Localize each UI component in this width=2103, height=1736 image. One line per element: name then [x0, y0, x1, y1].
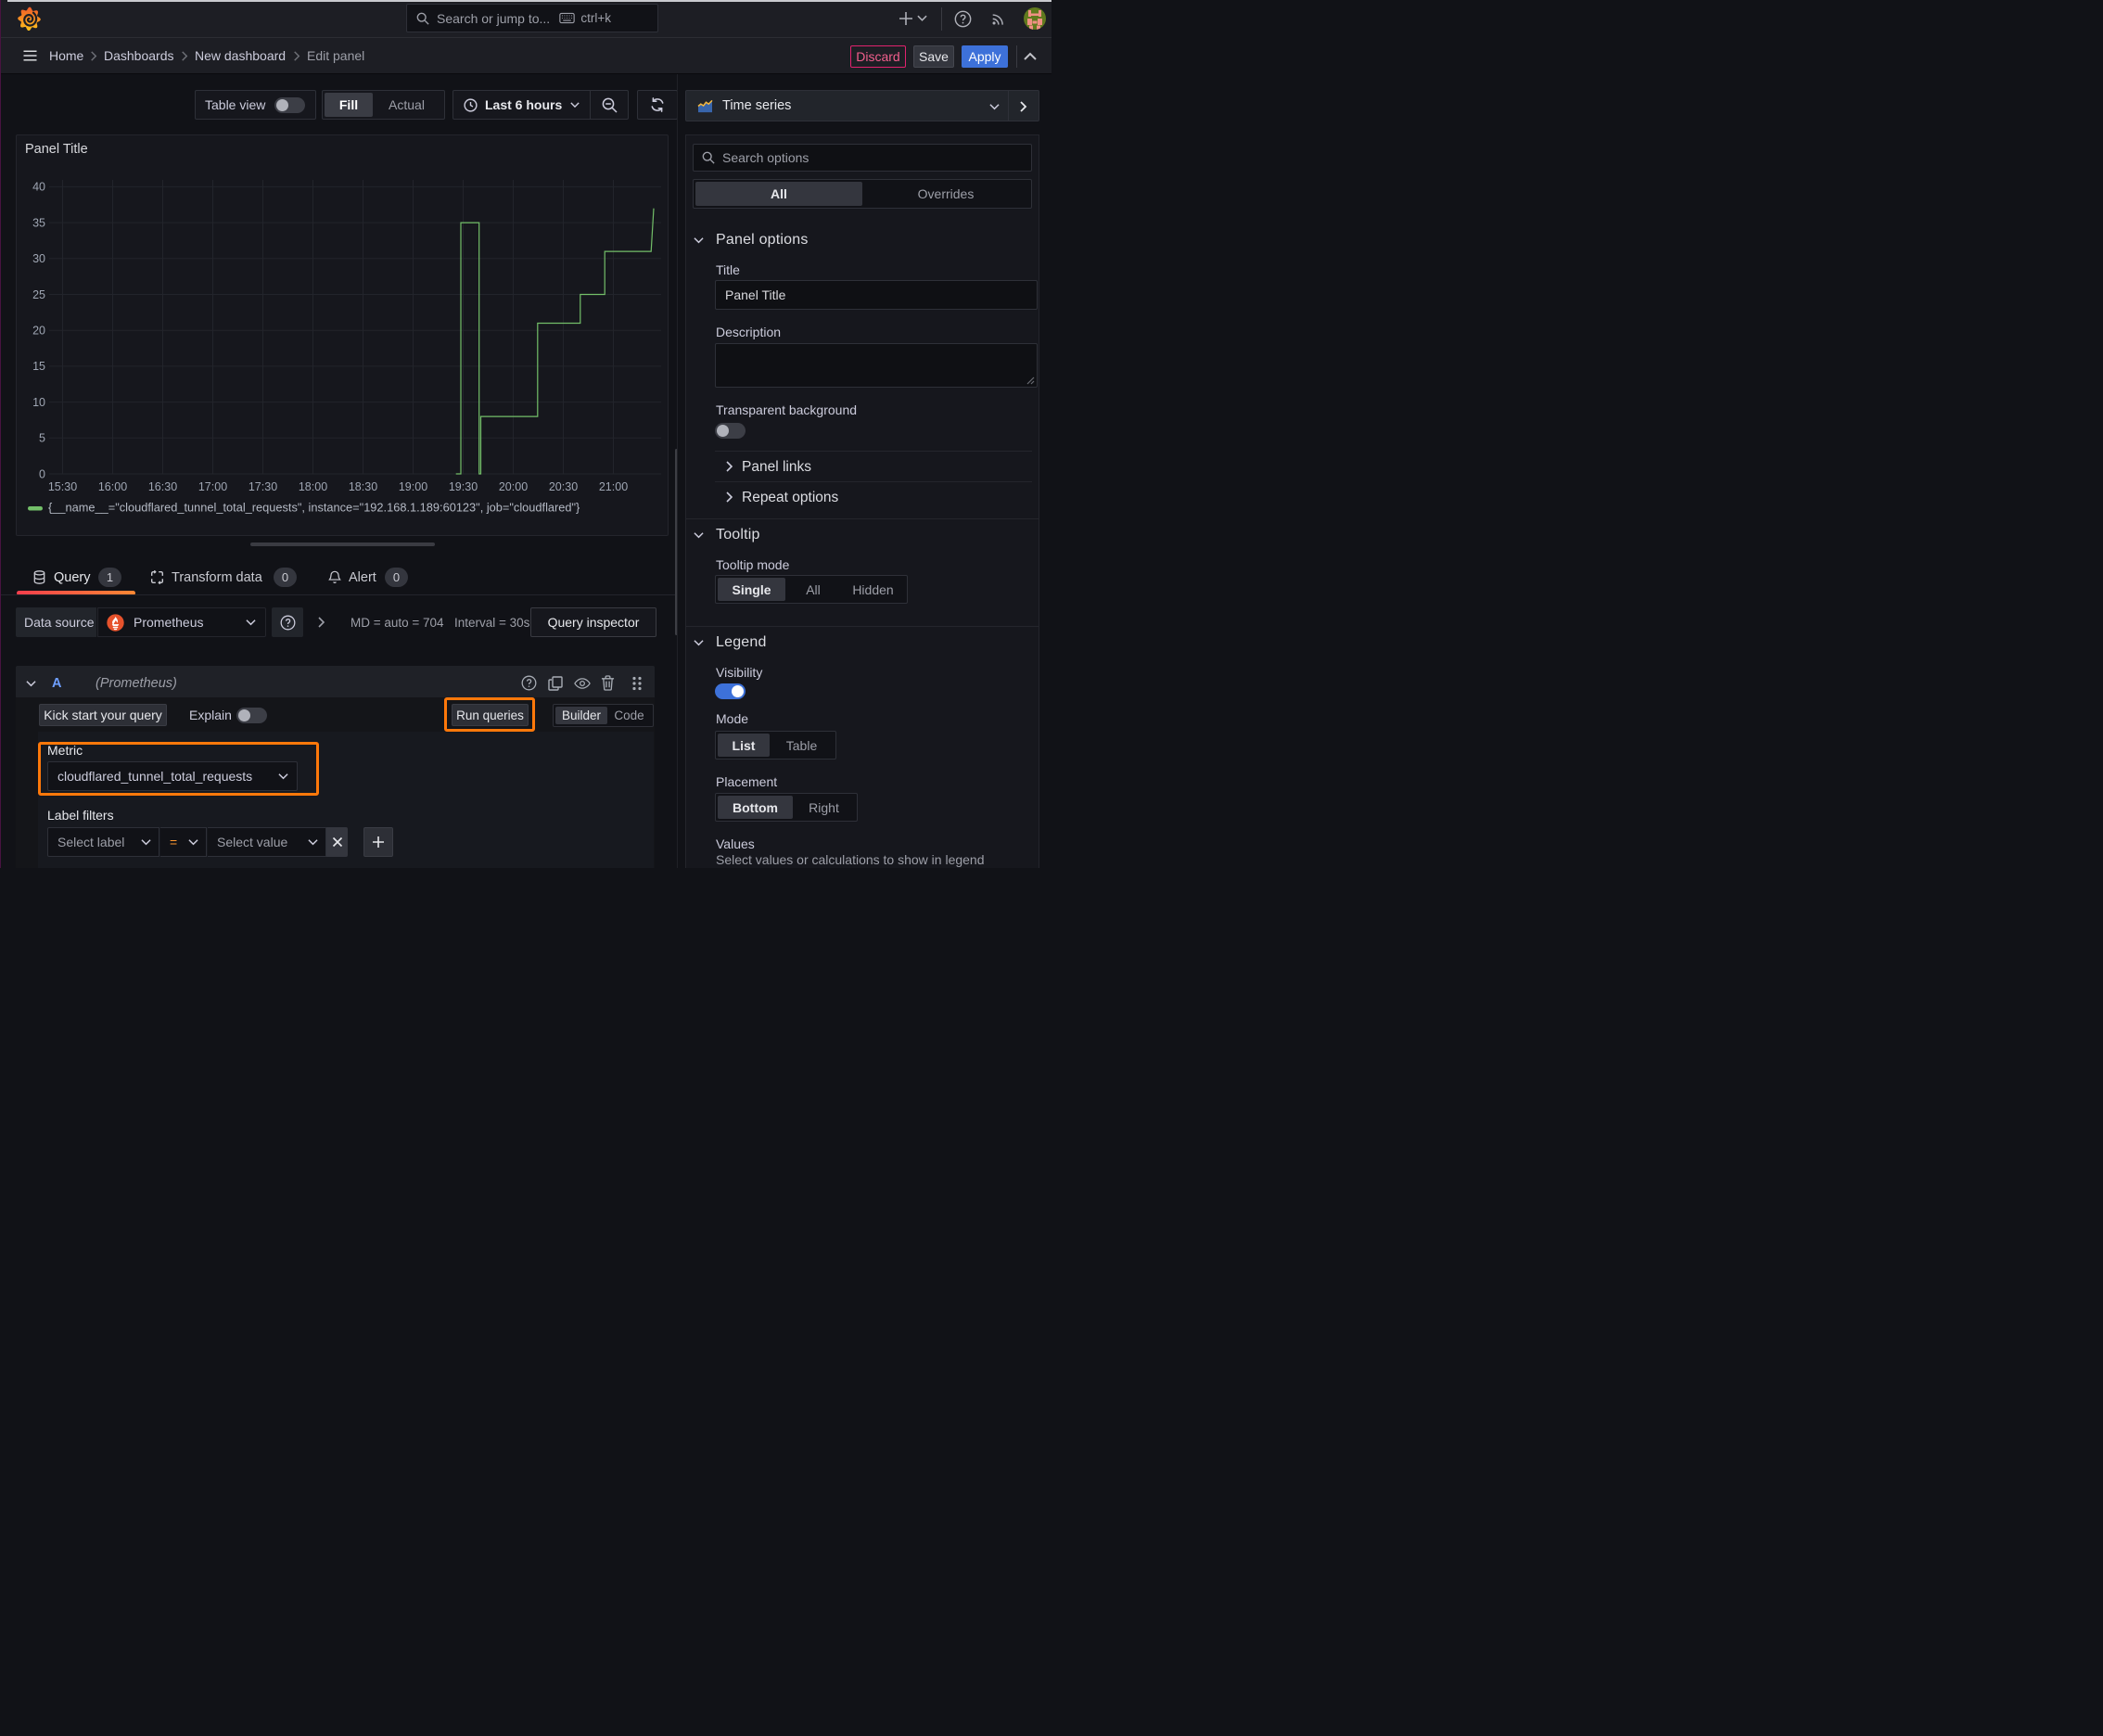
svg-text:10: 10	[32, 396, 45, 409]
svg-text:19:30: 19:30	[449, 480, 478, 493]
svg-text:20:00: 20:00	[499, 480, 528, 493]
svg-text:35: 35	[32, 216, 45, 229]
svg-text:21:00: 21:00	[599, 480, 628, 493]
svg-text:20:30: 20:30	[549, 480, 578, 493]
svg-text:16:30: 16:30	[148, 480, 177, 493]
svg-text:18:00: 18:00	[299, 480, 327, 493]
svg-text:15:30: 15:30	[48, 480, 77, 493]
svg-text:16:00: 16:00	[98, 480, 127, 493]
svg-text:30: 30	[32, 252, 45, 265]
svg-text:25: 25	[32, 288, 45, 301]
svg-text:17:30: 17:30	[249, 480, 277, 493]
svg-text:{__name__="cloudflared_tunnel_: {__name__="cloudflared_tunnel_total_requ…	[48, 501, 580, 515]
svg-text:18:30: 18:30	[349, 480, 377, 493]
svg-text:15: 15	[32, 360, 45, 373]
svg-text:5: 5	[39, 432, 45, 445]
svg-text:20: 20	[32, 325, 45, 338]
svg-text:40: 40	[32, 181, 45, 194]
svg-text:19:00: 19:00	[399, 480, 427, 493]
svg-text:17:00: 17:00	[198, 480, 227, 493]
svg-text:0: 0	[39, 467, 45, 480]
